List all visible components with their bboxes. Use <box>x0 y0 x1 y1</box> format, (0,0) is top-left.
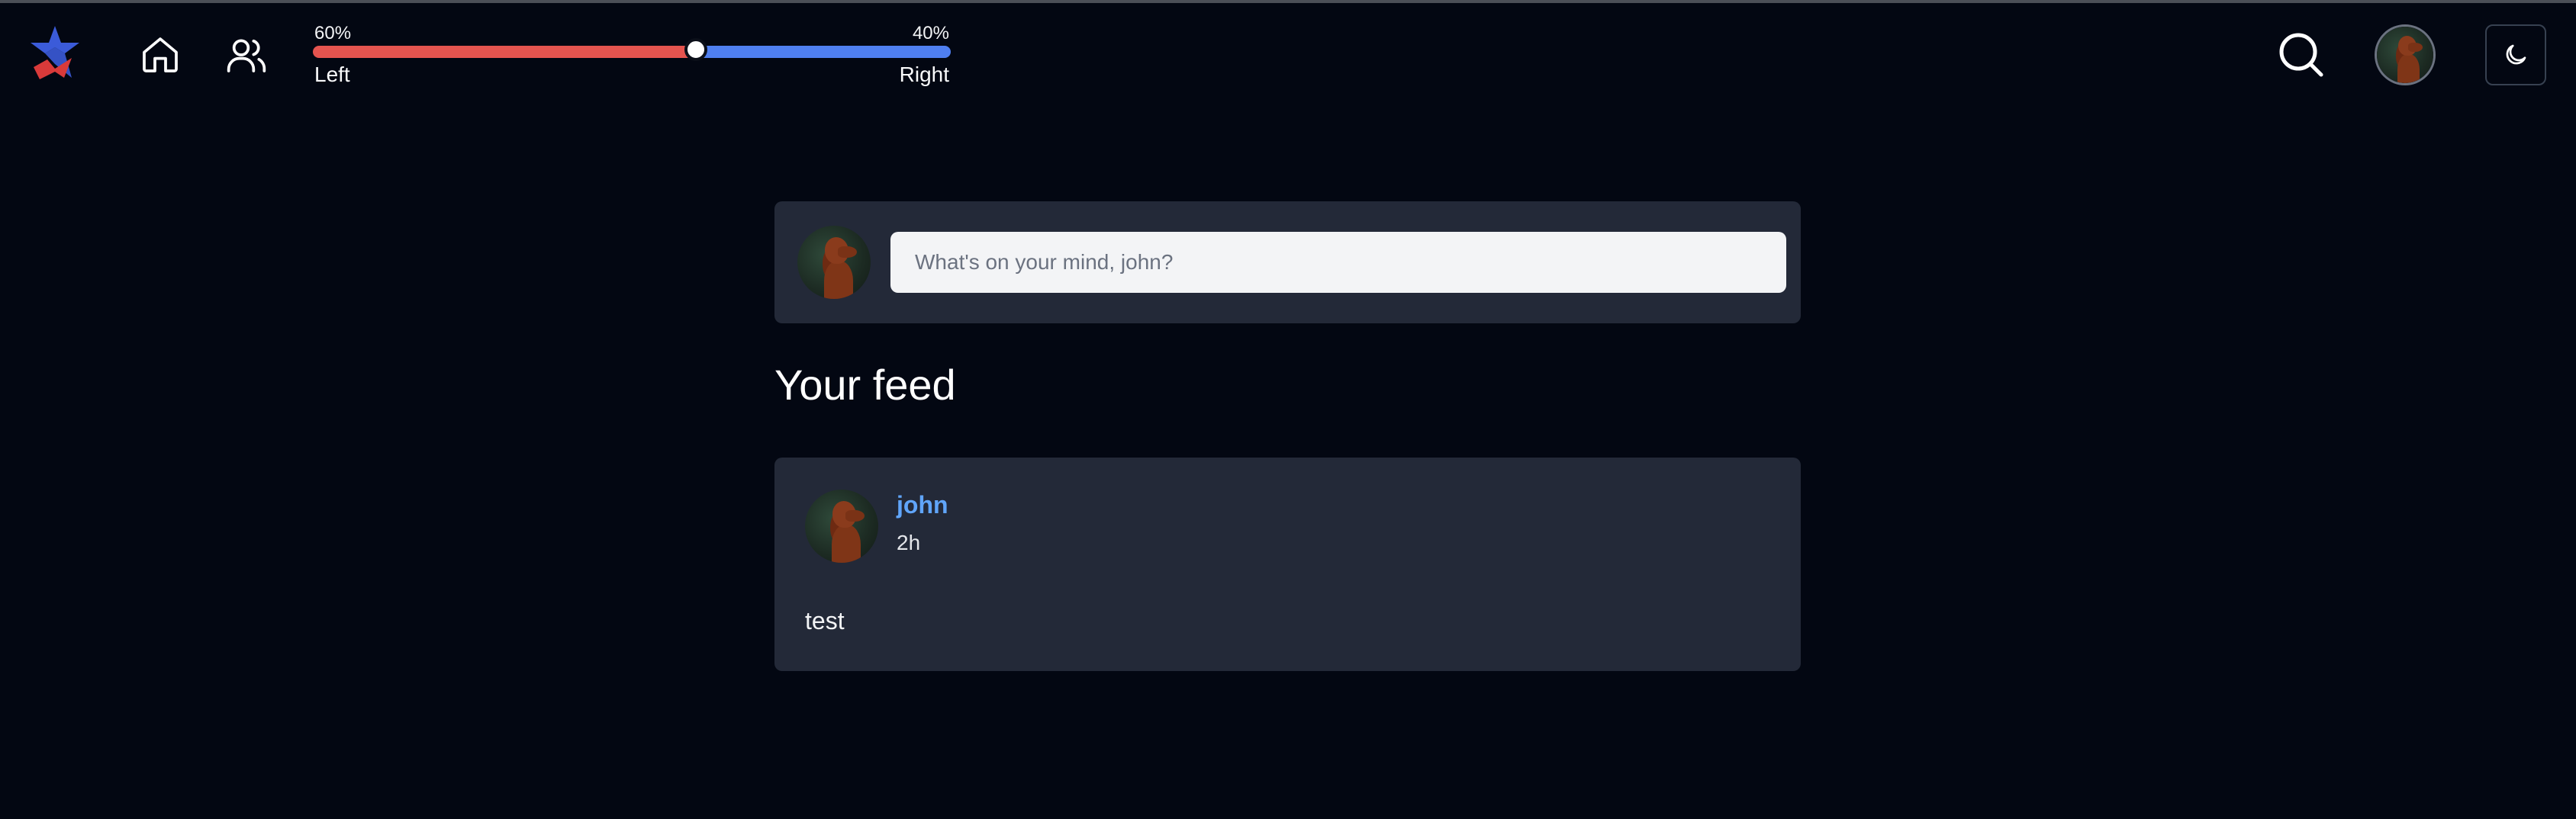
post-input[interactable] <box>890 232 1786 293</box>
lean-slider-handle[interactable] <box>684 38 707 61</box>
composer-avatar <box>797 226 871 299</box>
search-icon[interactable] <box>2277 31 2326 79</box>
lean-left-segment <box>313 46 696 58</box>
theme-toggle-button[interactable] <box>2485 24 2546 85</box>
lean-slider-track[interactable] <box>313 46 951 58</box>
political-lean-meter: 60% 40% Left Right <box>313 18 951 87</box>
post-author-link[interactable]: john <box>897 491 948 519</box>
post-body: test <box>805 607 845 634</box>
right-percent-label: 40% <box>912 23 949 43</box>
left-label: Left <box>314 63 350 86</box>
user-avatar[interactable] <box>2375 24 2436 85</box>
post-timestamp: 2h <box>897 531 921 554</box>
right-label: Right <box>899 63 949 86</box>
users-icon[interactable] <box>225 34 268 76</box>
lean-right-segment <box>695 46 951 58</box>
avatar-image <box>2377 27 2433 83</box>
post-card: john 2h test <box>774 458 1801 671</box>
left-percent-label: 60% <box>314 23 352 43</box>
moon-icon <box>2506 44 2526 65</box>
feed-title: Your feed <box>774 361 956 409</box>
star-logo-icon[interactable] <box>29 24 81 79</box>
post-composer <box>774 201 1801 323</box>
top-nav: 60% 40% Left Right <box>0 3 2576 106</box>
home-icon[interactable] <box>139 34 182 76</box>
post-author-avatar[interactable] <box>805 490 878 563</box>
